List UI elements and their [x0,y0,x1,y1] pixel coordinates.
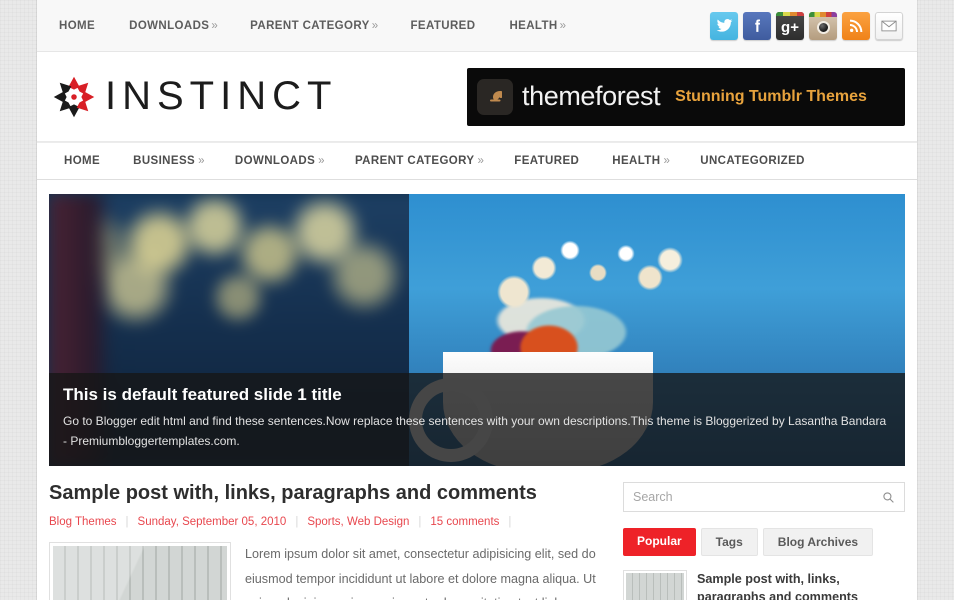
topnav-label: FEATURED [410,19,476,32]
topnav-label: PARENT CATEGORY [250,19,370,32]
post-comments-link[interactable]: 15 comments [430,516,499,528]
themeforest-logo-icon [477,78,513,115]
nav-label: FEATURED [514,155,580,167]
nav-item-downloads[interactable]: DOWNLOADS» [220,155,340,167]
chevron-icon: » [198,155,205,167]
slide-title[interactable]: This is default featured slide 1 title [63,385,891,405]
meta-separator: | [508,516,512,528]
facebook-icon[interactable] [743,11,771,40]
featured-slider[interactable]: This is default featured slide 1 title G… [49,194,905,466]
nav-item-home[interactable]: HOME [49,155,118,167]
main-navigation: HOME BUSINESS» DOWNLOADS» PARENT CATEGOR… [37,142,917,180]
meta-separator: | [295,516,299,528]
post-meta: Blog Themes | Sunday, September 05, 2010… [49,516,601,528]
tab-popular[interactable]: Popular [623,528,696,556]
topnav-item-featured[interactable]: FEATURED [394,20,493,32]
nav-label: HEALTH [612,155,661,167]
gplus-glyph: g+ [781,18,799,36]
rss-icon[interactable] [842,11,870,40]
featured-slider-wrapper: This is default featured slide 1 title G… [37,180,917,466]
post-date[interactable]: Sunday, September 05, 2010 [138,516,287,528]
sidebar: Popular Tags Blog Archives Sample post w… [623,482,905,600]
nav-item-uncategorized[interactable]: UNCATEGORIZED [685,155,823,167]
meta-separator: | [418,516,422,528]
top-navigation: HOME DOWNLOADS» PARENT CATEGORY» FEATURE… [47,20,582,32]
post-thumbnail[interactable] [49,542,231,600]
post-body: Lorem ipsum dolor sit amet, consectetur … [49,542,601,600]
instagram-icon[interactable] [809,11,837,40]
top-bar: HOME DOWNLOADS» PARENT CATEGORY» FEATURE… [37,0,917,52]
nav-label: PARENT CATEGORY [354,155,475,167]
nav-label: UNCATEGORIZED [700,155,805,167]
nav-label: DOWNLOADS [234,155,316,167]
popular-list-item[interactable]: Sample post with, links, paragraphs and … [623,570,905,600]
topnav-item-downloads[interactable]: DOWNLOADS» [113,20,234,32]
post-title[interactable]: Sample post with, links, paragraphs and … [49,482,601,505]
page-container: HOME DOWNLOADS» PARENT CATEGORY» FEATURE… [37,0,917,600]
logo-text: INSTINCT [105,74,338,118]
post-tags-link[interactable]: Sports, Web Design [307,516,409,528]
google-plus-icon[interactable]: g+ [776,11,804,40]
site-logo[interactable]: INSTINCT [47,74,337,120]
social-links: g+ [710,11,903,40]
tab-blog-archives[interactable]: Blog Archives [762,528,874,556]
nav-item-health[interactable]: HEALTH» [597,155,685,167]
instinct-starburst-icon [53,76,95,117]
chevron-icon: » [559,19,567,32]
topnav-label: HOME [59,19,96,32]
slide-caption: This is default featured slide 1 title G… [49,373,905,466]
post-thumbnail-image [53,546,227,600]
slide-droplets [494,236,695,316]
sidebar-tabs: Popular Tags Blog Archives [623,528,905,556]
popular-item-thumbnail-image [626,573,684,600]
site-header: INSTINCT themeforest Stunning Tumblr The… [37,52,917,142]
email-icon[interactable] [875,11,903,40]
topnav-item-home[interactable]: HOME [47,20,113,32]
nav-item-business[interactable]: BUSINESS» [118,155,220,167]
topnav-item-parent-category[interactable]: PARENT CATEGORY» [234,20,394,32]
nav-item-parent-category[interactable]: PARENT CATEGORY» [340,155,499,167]
chevron-icon: » [663,155,671,167]
popular-item-title[interactable]: Sample post with, links, paragraphs and … [697,570,905,600]
search-box[interactable] [623,482,905,512]
nav-label: BUSINESS [133,155,196,167]
chevron-icon: » [371,19,379,32]
chevron-icon: » [211,19,219,32]
main-column: Sample post with, links, paragraphs and … [49,482,601,600]
meta-separator: | [125,516,129,528]
nav-label: HOME [64,155,101,167]
topnav-label: DOWNLOADS [129,19,210,32]
instagram-lens [816,21,830,34]
post-excerpt: Lorem ipsum dolor sit amet, consectetur … [245,547,596,600]
tab-tags[interactable]: Tags [700,528,758,556]
topnav-item-health[interactable]: HEALTH» [493,20,582,32]
topnav-label: HEALTH [509,19,558,32]
post-category-link[interactable]: Blog Themes [49,516,117,528]
twitter-icon[interactable] [710,11,738,40]
content-area: Sample post with, links, paragraphs and … [37,466,917,600]
chevron-icon: » [318,155,325,167]
chevron-icon: » [477,155,485,167]
search-icon[interactable] [882,491,895,504]
popular-item-thumbnail [623,570,687,600]
nav-item-featured[interactable]: FEATURED [499,155,597,167]
themeforest-brand: themeforest [522,81,661,111]
slide-description: Go to Blogger edit html and find these s… [63,414,887,449]
themeforest-ad-banner[interactable]: themeforest Stunning Tumblr Themes [467,67,905,126]
themeforest-tagline: Stunning Tumblr Themes [675,87,867,105]
search-input[interactable] [633,490,882,504]
